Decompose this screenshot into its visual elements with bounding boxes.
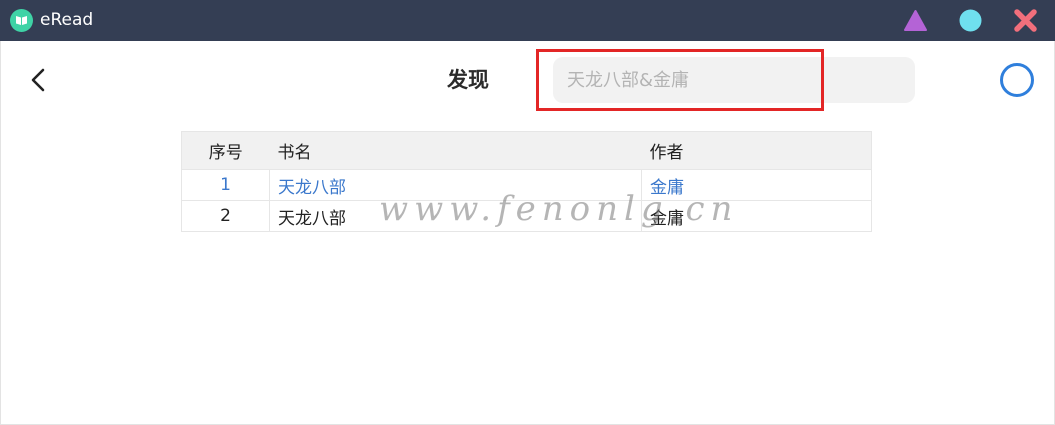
row-book-title[interactable]: 天龙八部 (269, 200, 642, 232)
row-book-title[interactable]: 天龙八部 (269, 169, 642, 201)
triangle-icon (904, 10, 927, 31)
table-header-row: 序号 书名 作者 (181, 131, 872, 170)
row-index: 1 (181, 169, 270, 201)
circle-icon (959, 9, 982, 32)
row-index: 2 (181, 200, 270, 232)
table-row[interactable]: 2 天龙八部 金庸 (181, 200, 872, 232)
column-header-index: 序号 (181, 131, 270, 170)
maximize-button[interactable] (958, 8, 983, 33)
minimize-button[interactable] (903, 8, 928, 33)
search-input[interactable] (553, 57, 915, 103)
circle-outline-icon[interactable] (1000, 63, 1034, 97)
x-icon (1014, 9, 1037, 32)
row-author[interactable]: 金庸 (641, 169, 872, 201)
results-table: 序号 书名 作者 1 天龙八部 金庸 2 天龙八部 金庸 (181, 131, 872, 232)
column-header-author: 作者 (641, 131, 872, 170)
column-header-title: 书名 (269, 131, 642, 170)
back-button[interactable] (27, 67, 51, 93)
title-bar: eRead (0, 0, 1055, 41)
discover-page: 发现 序号 书名 作者 1 天龙八部 金庸 2 天龙八部 金庸 (0, 41, 1055, 425)
book-icon (10, 9, 33, 32)
chevron-left-icon (31, 68, 45, 92)
page-title: 发现 (447, 68, 489, 92)
table-row[interactable]: 1 天龙八部 金庸 (181, 169, 872, 201)
app-title: eRead (40, 10, 94, 30)
close-button[interactable] (1013, 8, 1038, 33)
row-author[interactable]: 金庸 (641, 200, 872, 232)
